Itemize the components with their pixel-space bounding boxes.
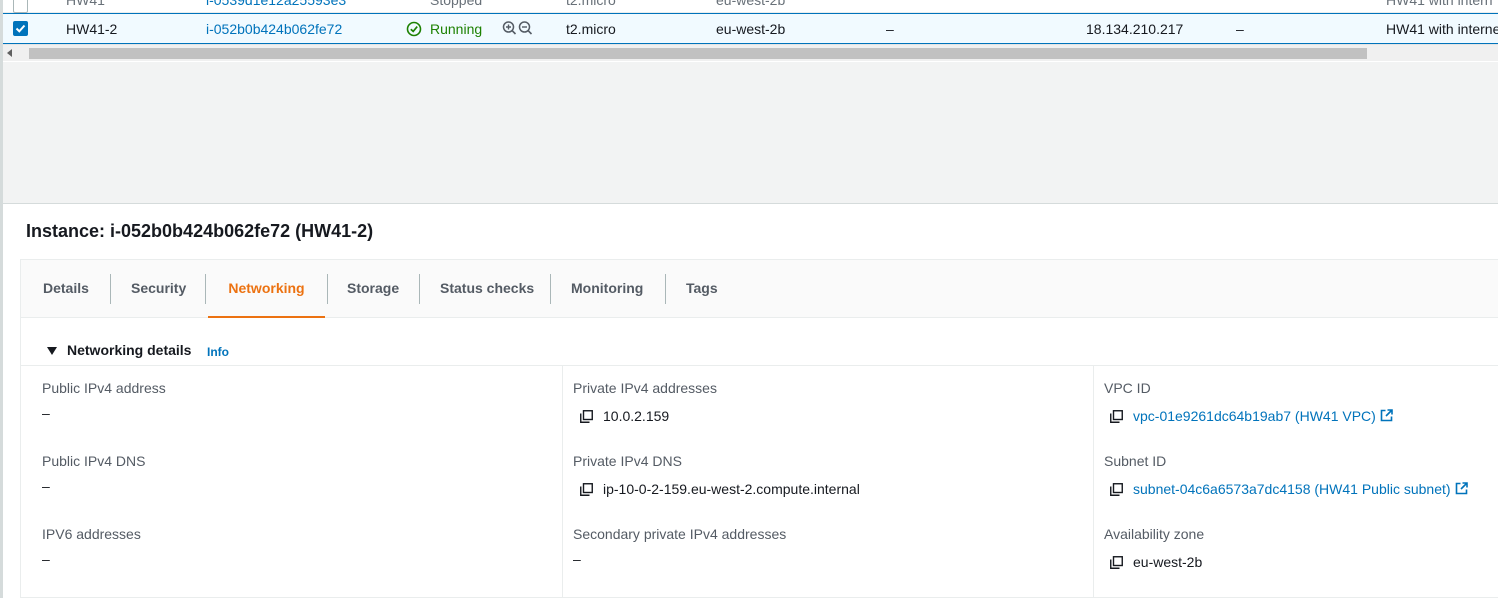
subnet-id-value[interactable]: subnet-04c6a6573a7dc4158 (HW41 Public su… bbox=[1133, 481, 1451, 497]
private-ipv4-addresses-label: Private IPv4 addresses bbox=[573, 380, 717, 396]
caret-down-icon[interactable] bbox=[47, 347, 57, 355]
external-link-icon[interactable] bbox=[1380, 409, 1393, 422]
tab-storage[interactable]: Storage bbox=[347, 260, 399, 318]
private-ipv4-addresses-value: 10.0.2.159 bbox=[603, 408, 670, 424]
panel-title: Instance: i-052b0b424b062fe72 (HW41-2) bbox=[26, 221, 374, 241]
check-icon bbox=[15, 24, 26, 33]
table-row[interactable]: HW41 i-0539d1e12a25593e3 Stopped t2.micr… bbox=[3, 0, 1498, 13]
private-ipv4-dns-value: ip-10-0-2-159.eu-west-2.compute.internal bbox=[603, 481, 860, 497]
column-divider bbox=[1093, 366, 1094, 598]
section-title[interactable]: Networking details bbox=[67, 342, 191, 358]
tabs-container: Details Security Networking Storage Stat… bbox=[20, 259, 1498, 598]
column-divider bbox=[562, 366, 563, 598]
copy-icon[interactable] bbox=[580, 410, 593, 423]
availability-zone: eu-west-2b bbox=[716, 0, 786, 8]
instance-state: Stopped bbox=[430, 0, 483, 8]
vpc-id-label: VPC ID bbox=[1104, 380, 1151, 396]
tab-divider bbox=[665, 274, 666, 304]
horizontal-scrollbar[interactable] bbox=[3, 44, 1498, 61]
copy-icon[interactable] bbox=[1110, 483, 1123, 496]
instance-id-link[interactable]: i-0539d1e12a25593e3 bbox=[206, 0, 346, 8]
availability-zone-value: eu-west-2b bbox=[1133, 554, 1203, 570]
secondary-private-ipv4-value: – bbox=[573, 551, 581, 567]
instance-description: HW41 with interne bbox=[1386, 21, 1498, 37]
public-ipv4-dns-value: – bbox=[42, 478, 50, 494]
private-ipv4-dns-label: Private IPv4 DNS bbox=[573, 453, 682, 469]
instance-type: t2.micro bbox=[566, 0, 616, 8]
instance-state: Running bbox=[430, 21, 483, 37]
external-link-icon[interactable] bbox=[1455, 482, 1468, 495]
tab-divider bbox=[419, 274, 420, 304]
tab-divider bbox=[205, 274, 206, 304]
public-ipv4-address-value: – bbox=[42, 405, 50, 421]
vpc-id-value[interactable]: vpc-01e9261dc64b19ab7 (HW41 VPC) bbox=[1133, 408, 1376, 424]
public-ip: 18.134.210.217 bbox=[1086, 21, 1184, 37]
zoom-in-out-icon[interactable] bbox=[502, 20, 534, 37]
scrollbar-thumb[interactable] bbox=[29, 48, 1367, 59]
info-link[interactable]: Info bbox=[207, 345, 229, 359]
row-checkbox[interactable] bbox=[13, 0, 28, 13]
ec2-console: HW41 i-0539d1e12a25593e3 Stopped t2.micr… bbox=[0, 0, 1498, 598]
networking-details-header[interactable]: Networking details Info bbox=[21, 319, 1498, 366]
ipv6-addresses-value: – bbox=[42, 551, 50, 567]
subnet-id-link[interactable]: subnet-04c6a6573a7dc4158 (HW41 Public su… bbox=[1133, 481, 1468, 497]
ipv6-addresses-label: IPV6 addresses bbox=[42, 526, 141, 542]
scroll-left-arrow-icon[interactable] bbox=[7, 49, 12, 57]
copy-icon[interactable] bbox=[1110, 556, 1123, 569]
tab-status-checks[interactable]: Status checks bbox=[440, 260, 534, 318]
tab-divider bbox=[327, 274, 328, 304]
instance-type: t2.micro bbox=[566, 21, 616, 37]
instance-id-link[interactable]: i-052b0b424b062fe72 bbox=[206, 21, 342, 37]
tab-bar: Details Security Networking Storage Stat… bbox=[21, 260, 1498, 318]
secondary-private-ipv4-label: Secondary private IPv4 addresses bbox=[573, 526, 787, 542]
row-checkbox[interactable] bbox=[13, 21, 28, 36]
instances-table: HW41 i-0539d1e12a25593e3 Stopped t2.micr… bbox=[0, 0, 1498, 62]
instance-name: HW41-2 bbox=[66, 21, 118, 37]
empty-cell: – bbox=[886, 21, 894, 37]
tab-divider bbox=[110, 274, 111, 304]
availability-zone-label: Availability zone bbox=[1104, 526, 1205, 542]
table-empty-area bbox=[0, 62, 1498, 203]
tab-networking[interactable]: Networking bbox=[208, 260, 325, 318]
vpc-id-link[interactable]: vpc-01e9261dc64b19ab7 (HW41 VPC) bbox=[1133, 408, 1393, 424]
tab-details[interactable]: Details bbox=[43, 260, 89, 318]
public-ipv4-address-label: Public IPv4 address bbox=[42, 380, 166, 396]
instance-description: HW41 with intern bbox=[1386, 0, 1493, 8]
tab-monitoring[interactable]: Monitoring bbox=[571, 260, 643, 318]
instance-details-panel: Instance: i-052b0b424b062fe72 (HW41-2) D… bbox=[0, 204, 1498, 598]
status-ok-icon bbox=[406, 21, 422, 37]
copy-icon[interactable] bbox=[1110, 410, 1123, 423]
empty-cell: – bbox=[1236, 21, 1244, 37]
public-ipv4-dns-label: Public IPv4 DNS bbox=[42, 453, 146, 469]
tab-tags[interactable]: Tags bbox=[686, 260, 718, 318]
subnet-id-label: Subnet ID bbox=[1104, 453, 1167, 469]
instance-name: HW41 bbox=[66, 0, 105, 8]
copy-icon[interactable] bbox=[580, 483, 593, 496]
availability-zone: eu-west-2b bbox=[716, 21, 786, 37]
table-row-selected[interactable]: HW41-2 i-052b0b424b062fe72 Running t2.mi… bbox=[3, 13, 1498, 44]
tab-security[interactable]: Security bbox=[131, 260, 186, 318]
tab-divider bbox=[550, 274, 551, 304]
